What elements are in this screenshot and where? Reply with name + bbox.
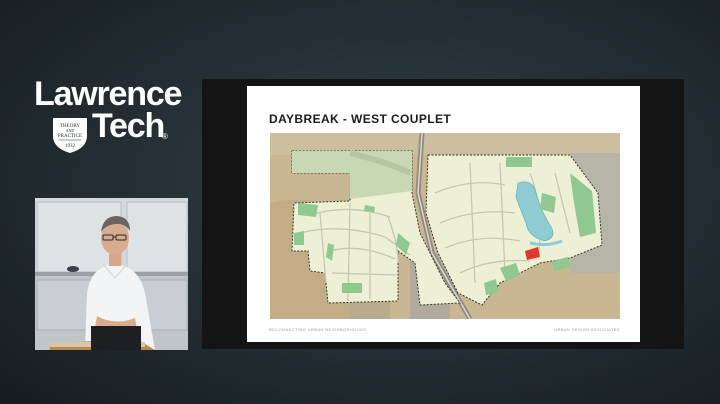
slide-footer-right: URBAN DESIGN ASSOCIATES [554, 327, 620, 332]
university-seal-icon: THEORY AND PRACTICE 1932 [53, 118, 87, 153]
slide-title: DAYBREAK - WEST COUPLET [269, 112, 452, 126]
registered-mark: ® [162, 132, 168, 141]
presentation-slide: DAYBREAK - WEST COUPLET RECONNECTING URB… [247, 86, 640, 342]
svg-text:1932: 1932 [65, 144, 76, 149]
site-plan-map [270, 133, 620, 319]
speaker-video-feed [35, 198, 188, 350]
slide-footer-left: RECONNECTING URBAN NEIGHBORHOODS [269, 327, 367, 332]
speaker-video-image [35, 198, 188, 350]
svg-text:PRACTICE: PRACTICE [58, 134, 82, 139]
svg-text:AND: AND [66, 128, 75, 133]
logo-wordmark-line2: Tech [92, 107, 165, 145]
lawrence-tech-logo: Lawrence Tech ® THEORY AND PRACTICE 1932 [34, 76, 194, 156]
